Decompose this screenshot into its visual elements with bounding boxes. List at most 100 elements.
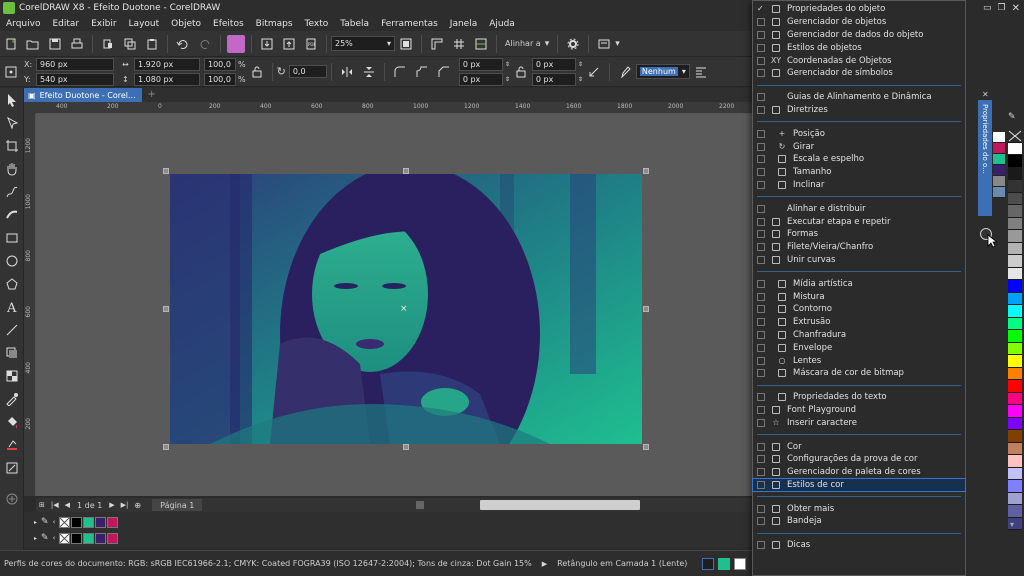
pick-tool-icon[interactable] bbox=[0, 88, 24, 111]
ruler-origin[interactable] bbox=[24, 102, 36, 114]
palette-expand-icon[interactable]: ▸ bbox=[34, 535, 37, 542]
color-swatch[interactable] bbox=[993, 154, 1005, 165]
color-swatch[interactable] bbox=[1008, 280, 1022, 293]
mirror-horizontal-icon[interactable] bbox=[338, 63, 356, 81]
rotation-center-icon[interactable]: × bbox=[400, 304, 408, 314]
color-swatch[interactable] bbox=[83, 532, 95, 544]
menu-item-propriedades-do-objeto[interactable]: ✓ Propriedades do objeto bbox=[753, 3, 965, 16]
menu-item-girar[interactable]: ↻ Girar bbox=[753, 140, 965, 153]
no-color-swatch[interactable] bbox=[59, 532, 71, 544]
copy-icon[interactable] bbox=[121, 35, 139, 53]
color-swatch[interactable] bbox=[1008, 292, 1022, 305]
position-x-field[interactable]: 960 px bbox=[36, 57, 114, 71]
scale-width-field[interactable]: 100,0 bbox=[204, 57, 236, 71]
menu-item-chanfradura[interactable]: Chanfradura bbox=[753, 329, 965, 342]
color-swatch[interactable] bbox=[1008, 155, 1022, 168]
zoom-level-select[interactable]: 25% ▾ bbox=[331, 36, 395, 51]
color-profiles-status[interactable]: Perfis de cores do documento: RGB: sRGB … bbox=[4, 559, 532, 568]
color-swatch[interactable] bbox=[1008, 442, 1022, 455]
menu-item-lentes[interactable]: ○ Lentes bbox=[753, 354, 965, 367]
spinner-icon[interactable]: ⇕ bbox=[505, 76, 510, 83]
outline-width-select[interactable]: Nenhum ▾ bbox=[635, 64, 690, 79]
cut-icon[interactable] bbox=[99, 35, 117, 53]
snap-to-menu[interactable]: Alinhar a ▾ bbox=[501, 39, 553, 49]
color-swatch[interactable] bbox=[71, 516, 83, 528]
palette-eyedropper-icon[interactable]: ✎ bbox=[1008, 112, 1016, 122]
full-screen-icon[interactable] bbox=[397, 35, 415, 53]
corel-connect-icon[interactable] bbox=[227, 34, 245, 53]
last-page-icon[interactable]: ▶| bbox=[121, 501, 129, 509]
menu-efeitos[interactable]: Efeitos bbox=[207, 19, 250, 29]
color-swatch[interactable] bbox=[71, 532, 83, 544]
menu-ajuda[interactable]: Ajuda bbox=[483, 19, 521, 29]
menu-janela[interactable]: Janela bbox=[444, 19, 483, 29]
menu-item-executar-etapa-e-repetir[interactable]: Executar etapa e repetir bbox=[753, 215, 965, 228]
menu-item-tamanho[interactable]: Tamanho bbox=[753, 166, 965, 179]
menu-item-inclinar[interactable]: Inclinar bbox=[753, 179, 965, 192]
color-swatch[interactable] bbox=[1008, 242, 1022, 255]
lock-ratio-icon[interactable] bbox=[248, 63, 266, 81]
corner-radius-bottom-left-field[interactable]: 0 px bbox=[458, 72, 503, 86]
selection-handle-middle-right[interactable] bbox=[643, 306, 649, 312]
relative-corner-scaling-icon[interactable] bbox=[585, 63, 603, 81]
corner-radius-top-left-field[interactable]: 0 px bbox=[458, 57, 503, 71]
width-field[interactable]: 1.920 px bbox=[134, 57, 200, 71]
menu-item-dicas[interactable]: Dicas bbox=[753, 539, 965, 552]
menu-item-diretrizes[interactable]: Diretrizes bbox=[753, 104, 965, 117]
color-swatch[interactable] bbox=[1008, 192, 1022, 205]
color-swatch[interactable] bbox=[1008, 355, 1022, 368]
menu-ferramentas[interactable]: Ferramentas bbox=[375, 19, 444, 29]
menu-item-gerenciador-de-dados-do-objeto[interactable]: Gerenciador de dados do objeto bbox=[753, 29, 965, 42]
crop-tool-icon[interactable] bbox=[0, 134, 24, 157]
export-icon[interactable] bbox=[280, 35, 298, 53]
publish-pdf-icon[interactable]: PDF bbox=[302, 35, 320, 53]
selection-handle-bottom-left[interactable] bbox=[163, 444, 169, 450]
next-page-icon[interactable]: ▶ bbox=[109, 501, 114, 509]
new-document-icon[interactable] bbox=[2, 35, 20, 53]
eyedropper-tool-icon[interactable] bbox=[0, 387, 24, 410]
color-swatch[interactable] bbox=[1008, 417, 1022, 430]
color-swatch[interactable] bbox=[993, 143, 1005, 154]
menu-editar[interactable]: Editar bbox=[46, 19, 85, 29]
mirror-vertical-icon[interactable] bbox=[360, 63, 378, 81]
round-corner-icon[interactable] bbox=[391, 63, 409, 81]
color-swatch[interactable] bbox=[993, 165, 1005, 176]
color-swatch[interactable] bbox=[993, 187, 1005, 198]
menu-item-cor[interactable]: Cor bbox=[753, 440, 965, 453]
menu-item-envelope[interactable]: Envelope bbox=[753, 341, 965, 354]
color-swatch[interactable] bbox=[1008, 480, 1022, 493]
color-swatch[interactable] bbox=[993, 132, 1005, 143]
new-tab-plus-icon[interactable]: + bbox=[146, 89, 158, 101]
drop-shadow-tool-icon[interactable] bbox=[0, 341, 24, 364]
menu-item-alinhar-e-distribuir[interactable]: Alinhar e distribuir bbox=[753, 202, 965, 215]
color-swatch[interactable] bbox=[107, 516, 119, 528]
outline-color-swatch[interactable] bbox=[734, 557, 746, 570]
selection-handle-top-left[interactable] bbox=[163, 168, 169, 174]
menu-item-posi-o[interactable]: + Posição bbox=[753, 127, 965, 140]
fill-color-swatch[interactable] bbox=[718, 557, 730, 570]
color-swatch[interactable] bbox=[1008, 255, 1022, 268]
color-swatch[interactable] bbox=[1008, 367, 1022, 380]
color-swatch[interactable] bbox=[1008, 142, 1022, 155]
menu-item-m-dia-art-stica[interactable]: Mídia artística bbox=[753, 277, 965, 290]
artistic-media-tool-icon[interactable] bbox=[0, 203, 24, 226]
tab-object-properties-docker[interactable]: Propriedades do o... bbox=[978, 100, 992, 216]
menu-item-inserir-caractere[interactable]: ☆ Inserir caractere bbox=[753, 416, 965, 429]
vertical-ruler[interactable]: 1200 1000 800 600 400 200 bbox=[24, 114, 36, 496]
color-swatch[interactable] bbox=[993, 176, 1005, 187]
outline-pen-icon[interactable] bbox=[616, 63, 634, 81]
first-page-icon[interactable]: ⊞ bbox=[39, 501, 45, 509]
spinner-icon[interactable]: ⇕ bbox=[578, 61, 583, 68]
restore-icon[interactable]: ❐ bbox=[998, 3, 1006, 13]
lock-corners-icon[interactable] bbox=[512, 63, 530, 81]
menu-item-coordenadas-de-objetos[interactable]: XY Coordenadas de Objetos bbox=[753, 54, 965, 67]
pan-tool-icon[interactable] bbox=[0, 157, 24, 180]
menu-texto[interactable]: Texto bbox=[299, 19, 335, 29]
selection-handle-bottom-center[interactable] bbox=[403, 444, 409, 450]
chamfered-corner-icon[interactable] bbox=[435, 63, 453, 81]
menu-item-font-playground[interactable]: Font Playground bbox=[753, 404, 965, 417]
selection-handle-top-right[interactable] bbox=[643, 168, 649, 174]
menu-bitmaps[interactable]: Bitmaps bbox=[250, 19, 299, 29]
selection-handle-top-center[interactable] bbox=[403, 168, 409, 174]
freehand-tool-icon[interactable] bbox=[0, 180, 24, 203]
